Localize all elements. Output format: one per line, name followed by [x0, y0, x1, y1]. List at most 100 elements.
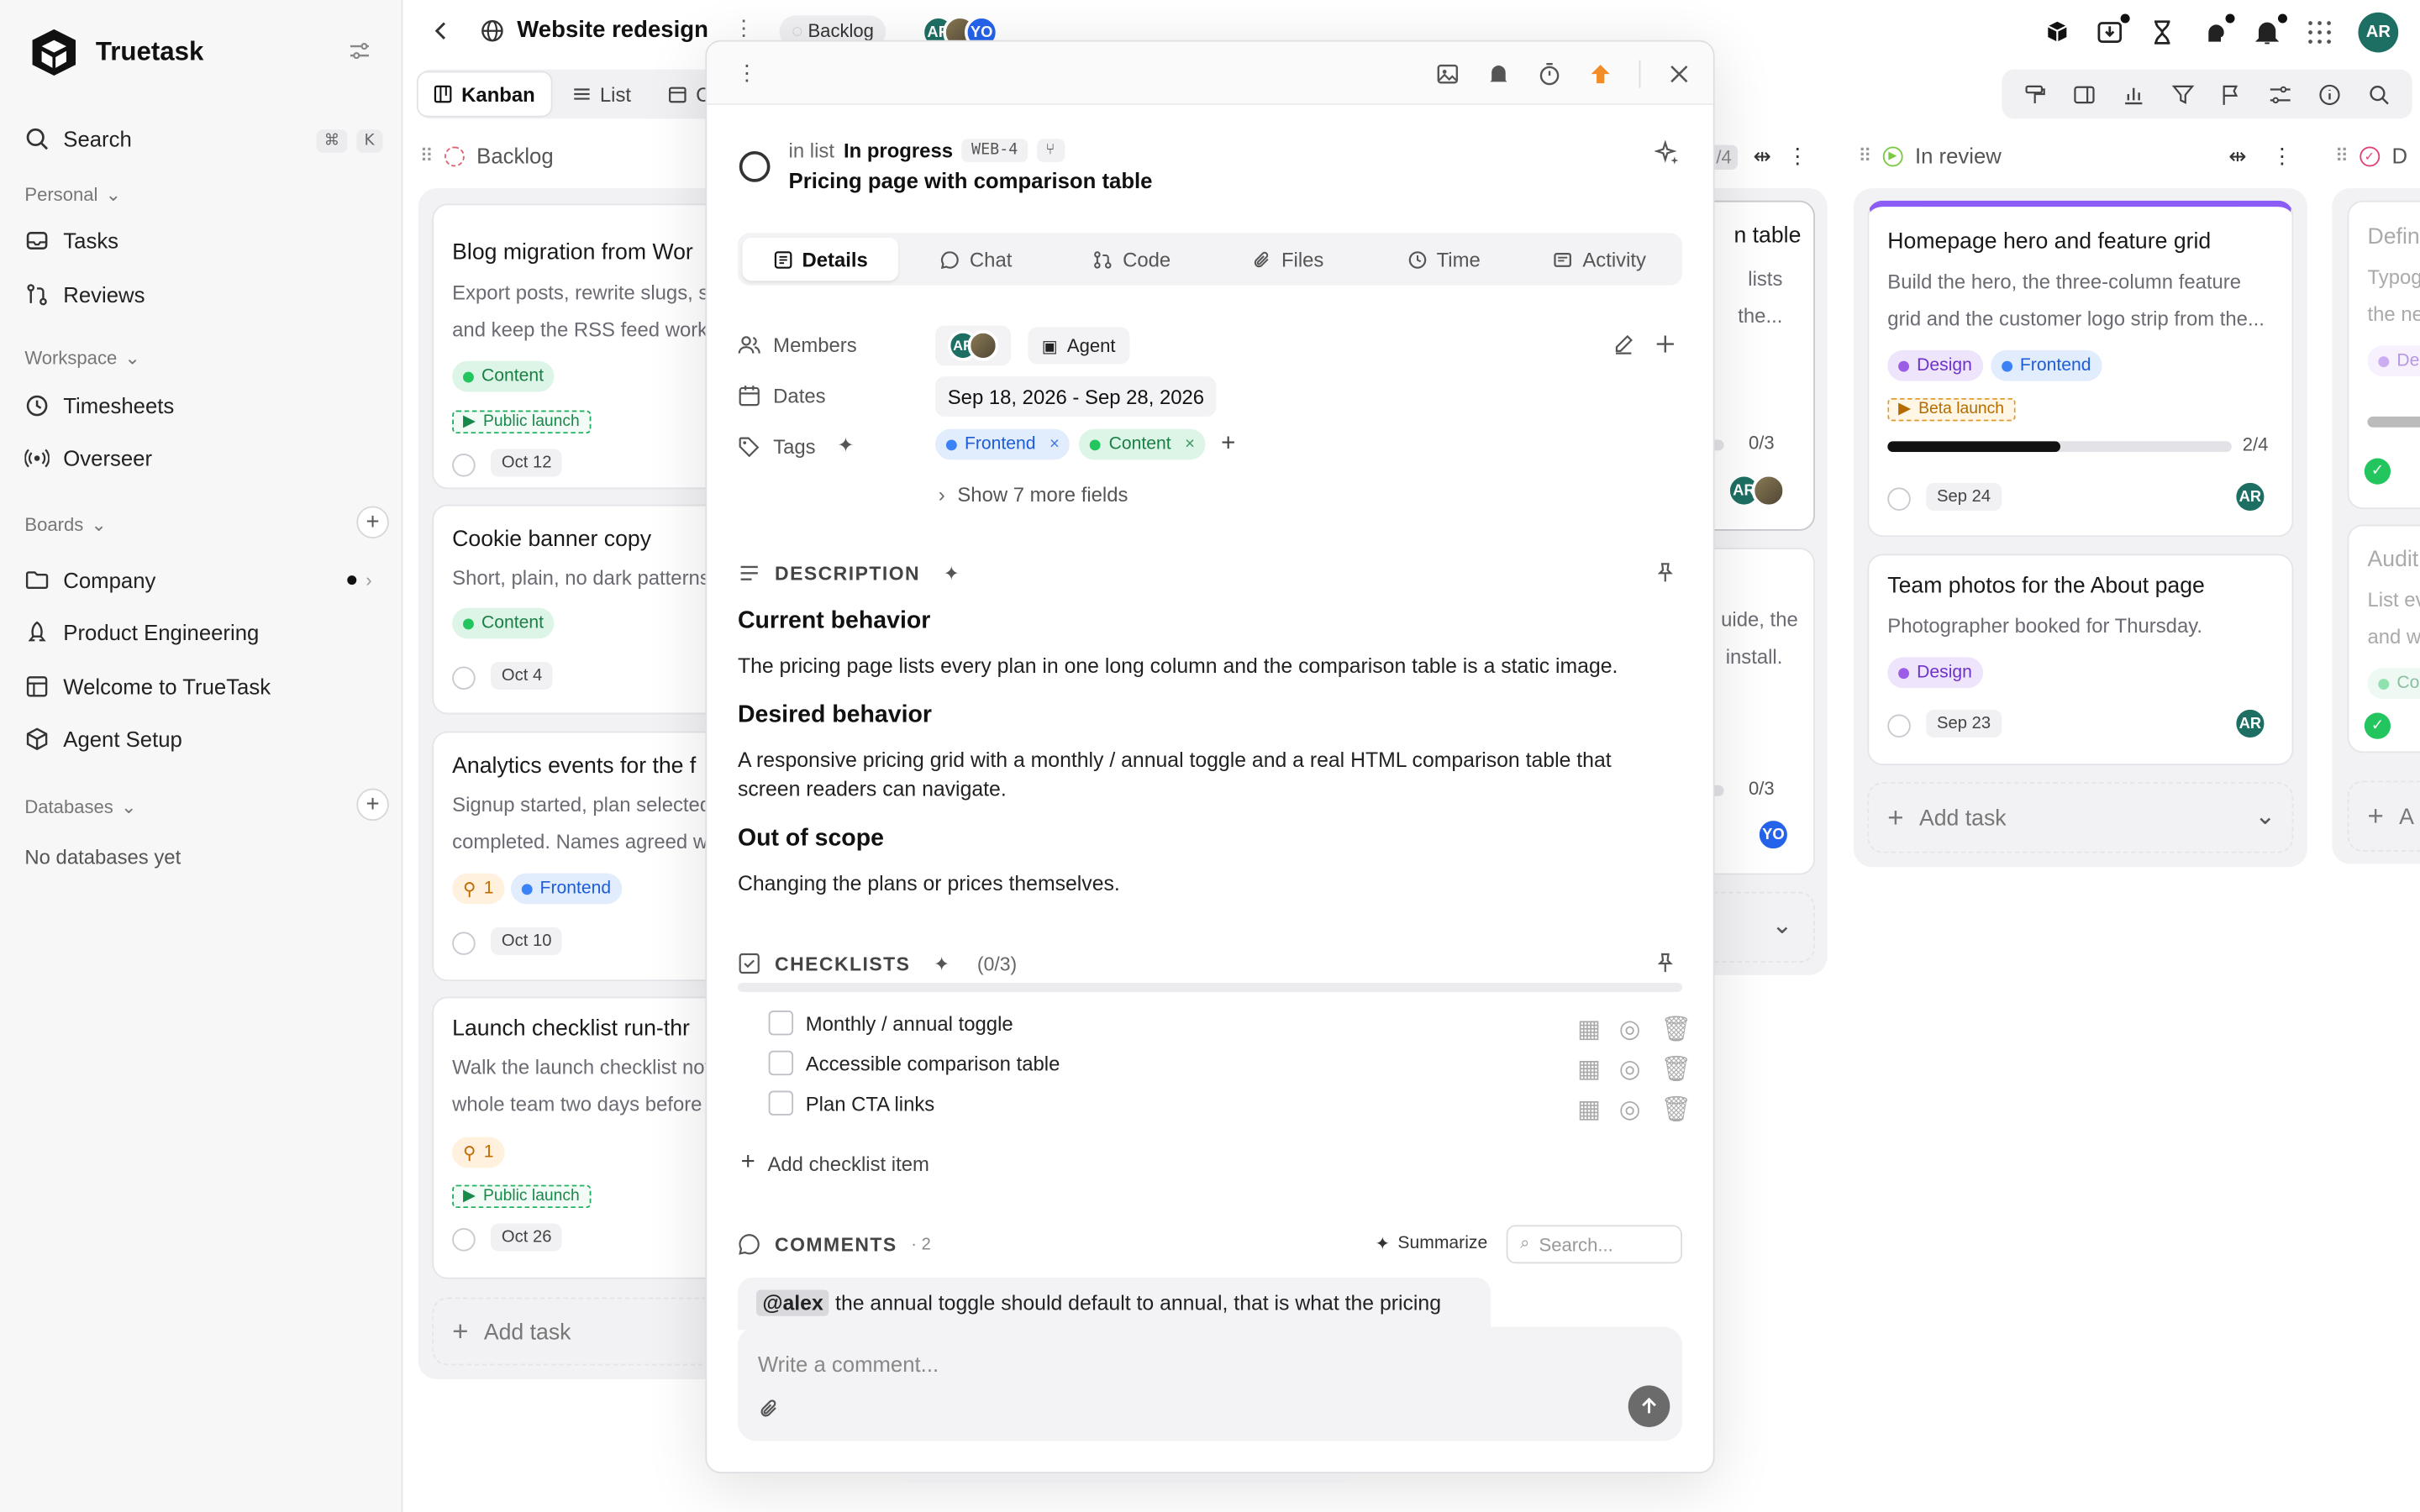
tab-kanban[interactable]: Kanban: [418, 72, 551, 116]
priority-up-icon[interactable]: [1588, 61, 1612, 86]
complete-checkbox[interactable]: [1887, 714, 1911, 738]
comment-search-input[interactable]: ⌕ Search...: [1506, 1225, 1683, 1264]
tab-details[interactable]: Details: [742, 237, 898, 281]
bell-icon[interactable]: [2254, 13, 2287, 46]
section-databases[interactable]: Databases ⌄: [24, 796, 136, 818]
paint-roller-icon[interactable]: [2024, 82, 2048, 106]
filter-icon[interactable]: [2170, 82, 2195, 106]
task-title[interactable]: Pricing page with comparison table: [789, 168, 1153, 192]
add-task-button[interactable]: + A: [2347, 780, 2420, 852]
timer-icon[interactable]: [1537, 61, 1561, 86]
task-card[interactable]: Homepage hero and feature grid Build the…: [1867, 200, 2294, 538]
task-card[interactable]: Cookie banner copy Short, plain, no dark…: [432, 504, 741, 715]
column-header-in-review[interactable]: ⠿ ▶ In review: [1858, 144, 2001, 168]
agent-chip[interactable]: ▣ Agent: [1028, 327, 1130, 365]
assign-user-icon[interactable]: ◎: [1619, 1014, 1641, 1042]
summarize-button[interactable]: ✦ Summarize: [1375, 1233, 1487, 1254]
add-checklist-item[interactable]: + Add checklist item: [741, 1149, 929, 1177]
hourglass-icon[interactable]: [2149, 18, 2176, 46]
task-card[interactable]: Analytics events for the f Signup starte…: [432, 731, 741, 982]
comment-composer[interactable]: Write a comment...: [737, 1326, 1683, 1441]
mention[interactable]: @alex: [755, 1289, 830, 1316]
section-personal[interactable]: Personal ⌄: [24, 184, 121, 206]
tag-frontend[interactable]: Frontend ×: [935, 428, 1071, 460]
due-date[interactable]: Sep 24: [1926, 482, 2002, 511]
sidebar-item-company[interactable]: Company: [24, 568, 155, 592]
sliders-icon[interactable]: [349, 40, 371, 62]
collapse-icon[interactable]: ⇹: [2228, 144, 2247, 170]
complete-checkbox[interactable]: [452, 932, 476, 955]
date-range[interactable]: Sep 18, 2026 - Sep 28, 2026: [935, 376, 1217, 417]
info-icon[interactable]: [2317, 82, 2341, 106]
project-title[interactable]: Website redesign: [517, 17, 708, 43]
add-task-button[interactable]: + Add task: [432, 1297, 741, 1366]
sidebar-search[interactable]: Search: [24, 127, 132, 151]
tab-chat[interactable]: Chat: [898, 238, 1055, 281]
column-header-done[interactable]: ⠿ ✓ D: [2335, 144, 2407, 168]
close-icon[interactable]: [1667, 61, 1691, 86]
trash-icon[interactable]: 🗑: [1660, 1053, 1691, 1083]
brand[interactable]: Truetask: [28, 26, 203, 78]
checklist-item-label[interactable]: Plan CTA links: [806, 1091, 935, 1115]
collapse-icon[interactable]: ⇹: [1754, 144, 1772, 170]
brain-icon[interactable]: [2201, 13, 2235, 46]
add-member-icon[interactable]: [1655, 333, 1676, 355]
sidebar-item-agent-setup[interactable]: Agent Setup: [24, 727, 182, 751]
complete-checkbox[interactable]: [452, 666, 476, 690]
task-card[interactable]: Blog migration from Wor Export posts, re…: [432, 203, 741, 490]
complete-checkbox[interactable]: [452, 453, 476, 477]
column-more-icon[interactable]: ⋮: [1786, 144, 1808, 170]
gift-icon[interactable]: [2044, 18, 2071, 46]
attach-icon[interactable]: [758, 1398, 780, 1420]
calendar-icon[interactable]: ▦: [1577, 1014, 1601, 1042]
user-avatar[interactable]: AR: [2358, 12, 2399, 53]
due-date[interactable]: Oct 12: [491, 449, 563, 477]
add-task-button[interactable]: + Add task ⌄: [1867, 782, 2294, 853]
edit-icon[interactable]: [1612, 333, 1634, 355]
due-date[interactable]: Oct 4: [491, 661, 554, 690]
flag-icon[interactable]: [2220, 82, 2244, 106]
trash-icon[interactable]: 🗑: [1660, 1014, 1691, 1042]
members-list[interactable]: AR: [935, 325, 1012, 366]
checklist-item-label[interactable]: Accessible comparison table: [806, 1052, 1060, 1075]
sidebar-item-timesheets[interactable]: Timesheets: [24, 393, 174, 418]
tag-content[interactable]: Content ×: [1079, 428, 1206, 460]
checklist-checkbox[interactable]: [768, 1050, 794, 1076]
chart-bar-icon[interactable]: [2122, 82, 2145, 106]
sidebar-panel-icon[interactable]: [2073, 82, 2096, 106]
tab-code[interactable]: Code: [1054, 238, 1210, 281]
due-date[interactable]: Oct 26: [491, 1223, 563, 1252]
apps-grid-icon[interactable]: [2306, 18, 2333, 46]
image-icon[interactable]: [1435, 61, 1460, 86]
column-header-in-progress[interactable]: /4 ⇹ ⋮: [1710, 144, 1808, 170]
remove-tag-icon[interactable]: ×: [1185, 435, 1195, 454]
sidebar-item-tasks[interactable]: Tasks: [24, 228, 118, 253]
checklist-item-label[interactable]: Monthly / annual toggle: [806, 1011, 1013, 1035]
back-icon[interactable]: [429, 18, 454, 43]
calendar-icon[interactable]: ▦: [1577, 1094, 1601, 1123]
sparkle-icon[interactable]: [1654, 140, 1679, 165]
search-icon[interactable]: [2367, 82, 2391, 106]
assign-user-icon[interactable]: ◎: [1619, 1094, 1641, 1123]
tab-activity[interactable]: Activity: [1522, 238, 1678, 281]
sidebar-item-product-engineering[interactable]: Product Engineering: [24, 620, 259, 645]
task-card[interactable]: Team photos for the About page Photograp…: [1867, 554, 2294, 766]
tab-files[interactable]: Files: [1210, 238, 1366, 281]
tab-time[interactable]: Time: [1365, 238, 1522, 281]
complete-checkbox[interactable]: [1887, 487, 1911, 511]
add-board-button[interactable]: +: [356, 506, 389, 539]
pin-icon[interactable]: [1655, 952, 1676, 974]
drag-handle-icon[interactable]: ⠿: [1858, 145, 1871, 167]
bell-icon[interactable]: [1486, 61, 1511, 86]
complete-checkbox[interactable]: [452, 1228, 476, 1252]
list-name[interactable]: In progress: [844, 139, 953, 162]
column-header-backlog[interactable]: ⠿ Backlog: [420, 144, 554, 168]
settings-sliders-icon[interactable]: [2269, 82, 2292, 106]
section-boards[interactable]: Boards ⌄: [24, 514, 107, 536]
task-card[interactable]: Defin Typog the ne Des ✓: [2347, 200, 2420, 510]
chevron-down-icon[interactable]: ⌄: [2254, 801, 2275, 832]
chevron-right-icon[interactable]: ›: [366, 570, 371, 591]
modal-more-icon[interactable]: ⋮: [736, 60, 758, 87]
task-code[interactable]: WEB-4: [962, 139, 1028, 162]
drag-handle-icon[interactable]: ⠿: [2335, 145, 2349, 167]
